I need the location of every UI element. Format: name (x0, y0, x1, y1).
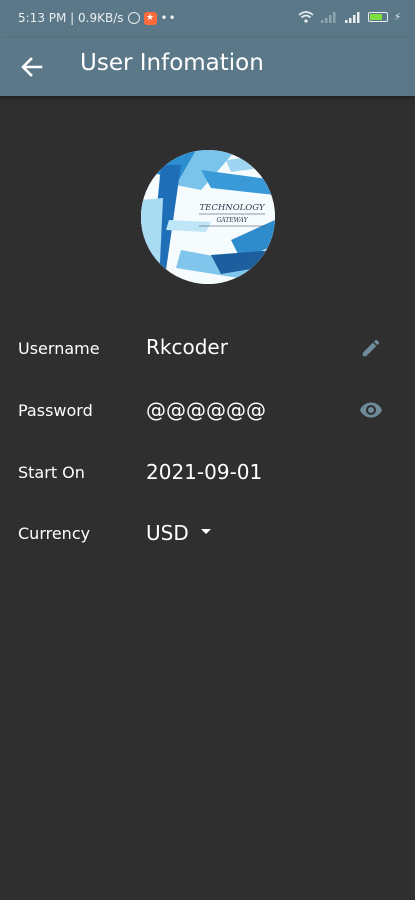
edit-username-button[interactable] (356, 333, 386, 363)
svg-text:TECHNOLOGY: TECHNOLOGY (199, 203, 265, 213)
battery-icon (367, 12, 388, 22)
currency-label: Currency (18, 524, 91, 543)
more-notifications-icon: •• (160, 11, 177, 25)
arrow-left-icon (21, 57, 43, 77)
eye-icon (360, 402, 382, 418)
start-on-row: Start On 2021-09-01 (0, 452, 415, 492)
signal-icon (344, 12, 360, 23)
currency-dropdown[interactable]: USD (146, 521, 211, 545)
toggle-password-visibility-button[interactable] (356, 395, 386, 425)
start-on-value: 2021-09-01 (146, 460, 263, 484)
currency-value: USD (146, 521, 189, 545)
password-row: Password @@@@@@ (0, 390, 415, 430)
caret-down-icon (200, 528, 211, 534)
avatar: TECHNOLOGY GATEWAY (141, 150, 275, 284)
status-bar-left: 5:13 PM | 0.9KB/s ★ •• (18, 11, 177, 25)
password-label: Password (18, 401, 93, 420)
signal-weak-icon (320, 12, 336, 23)
page-title: User Infomation (80, 50, 264, 76)
back-button[interactable] (18, 54, 46, 80)
username-value: Rkcoder (146, 335, 228, 359)
edit-pencil-icon (362, 339, 380, 357)
status-bar-right: ⚡ (298, 11, 401, 23)
status-bar: 5:13 PM | 0.9KB/s ★ •• ⚡ (0, 0, 415, 38)
wifi-icon (298, 11, 314, 23)
currency-row: Currency USD (0, 513, 415, 553)
status-time-speed: 5:13 PM | 0.9KB/s (18, 11, 124, 25)
notification-icon: ★ (143, 11, 157, 25)
username-label: Username (18, 339, 100, 358)
start-on-label: Start On (18, 463, 85, 482)
app-bar: User Infomation (0, 38, 415, 96)
password-value: @@@@@@ (146, 398, 266, 422)
username-row: Username Rkcoder (0, 328, 415, 368)
charging-icon: ⚡ (393, 11, 401, 23)
technology-gateway-logo: TECHNOLOGY GATEWAY (141, 150, 275, 284)
svg-text:GATEWAY: GATEWAY (216, 217, 248, 224)
alarm-icon (127, 12, 140, 24)
